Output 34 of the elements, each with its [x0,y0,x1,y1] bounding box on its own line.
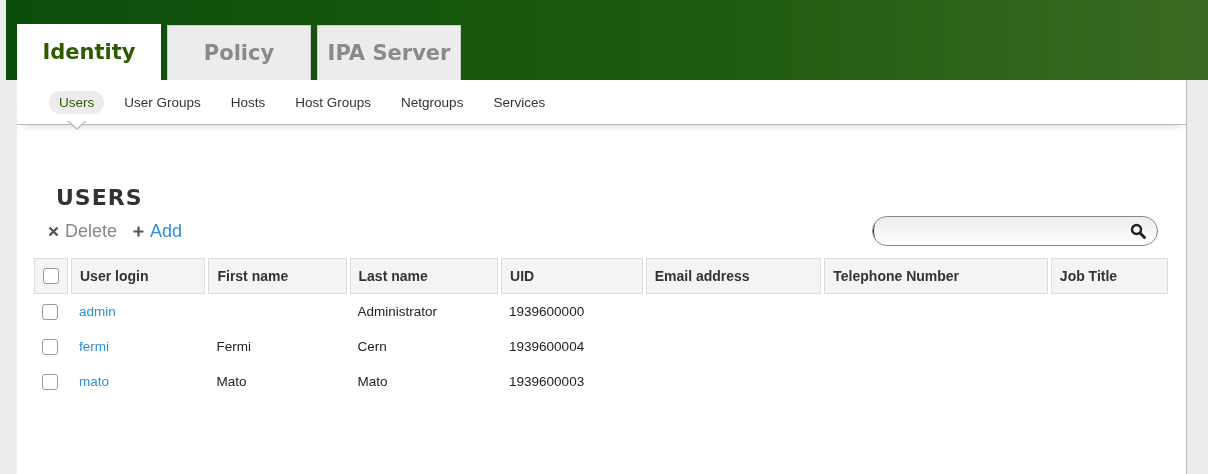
plus-icon [133,225,145,237]
page-title: USERS [56,185,143,210]
row-checkbox[interactable] [42,303,58,320]
table-cell: Cern [357,339,387,354]
search-icon[interactable] [1130,223,1146,239]
table-cell: 1939600004 [509,339,585,354]
table-cell: Fermi [216,339,251,354]
nav-tab[interactable]: Identity [17,24,161,80]
subnav-item[interactable]: Hosts [220,90,276,114]
table-cell: Administrator [357,304,438,319]
row-checkbox[interactable] [42,338,58,355]
column-header[interactable]: UID [501,258,643,294]
column-header[interactable]: Email address [645,258,822,294]
table-cell: Mato [357,374,388,389]
subnav-item[interactable]: Netgroups [391,90,474,114]
user-link[interactable]: admin [79,304,116,319]
table-cell: 1939600003 [509,374,585,389]
user-link[interactable]: mato [79,374,109,389]
close-icon [48,225,59,237]
column-header[interactable]: Last name [349,258,499,294]
table-cell: Mato [216,374,247,389]
subnav-item[interactable]: User Groups [114,90,211,114]
user-link[interactable]: fermi [79,339,109,354]
column-header[interactable]: Job Title [1050,258,1168,294]
column-header[interactable]: Telephone Number [824,258,1048,294]
table-cell: 1939600000 [509,304,585,319]
column-header[interactable]: User login [71,258,206,294]
row-checkbox[interactable] [42,373,58,390]
select-all-checkbox[interactable] [43,268,59,284]
search-field[interactable] [872,216,1158,246]
subnav-item[interactable]: Services [483,90,556,114]
add-button[interactable]: Add [133,220,183,242]
column-header[interactable]: First name [208,258,347,294]
subnav-item[interactable]: Host Groups [285,90,382,114]
